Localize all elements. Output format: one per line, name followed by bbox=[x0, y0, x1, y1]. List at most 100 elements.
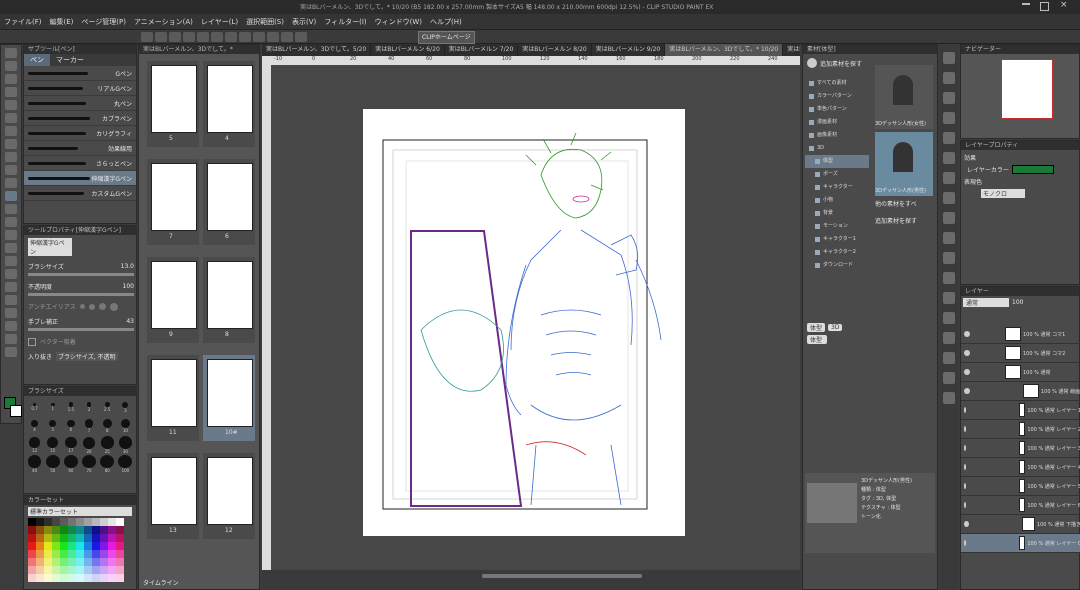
color-swatch[interactable] bbox=[108, 574, 116, 582]
color-swatch[interactable] bbox=[28, 566, 36, 574]
canvas-tab[interactable]: 実はBLバーメルン 6/20 bbox=[371, 44, 445, 56]
eye-icon[interactable] bbox=[964, 331, 970, 337]
brush-item[interactable]: 丸ペン bbox=[24, 96, 136, 111]
expression-select[interactable]: モノクロ bbox=[981, 189, 1025, 198]
canvas-tab[interactable]: 実はBLバーメルン 7/20 bbox=[445, 44, 519, 56]
brush-size-value[interactable]: 13.0 bbox=[121, 263, 134, 270]
color-swatch[interactable] bbox=[84, 566, 92, 574]
tool-icon[interactable] bbox=[5, 165, 17, 175]
eye-icon[interactable] bbox=[964, 521, 969, 527]
panel-toggle-icon[interactable] bbox=[943, 332, 955, 344]
material-tree-item[interactable]: 3D bbox=[805, 142, 869, 155]
material-tree-item[interactable]: 体型 bbox=[805, 155, 869, 168]
tool-icon[interactable] bbox=[5, 139, 17, 149]
layer-row[interactable]: 100 % 通常 下描き bbox=[961, 515, 1080, 534]
color-swatch[interactable] bbox=[28, 534, 36, 542]
tool-icon[interactable] bbox=[5, 282, 17, 292]
minimize-button[interactable] bbox=[1022, 3, 1030, 5]
menu-item[interactable]: ファイル(F) bbox=[0, 14, 46, 30]
brush-size-cell[interactable]: 3 bbox=[117, 398, 134, 416]
eye-icon[interactable] bbox=[964, 445, 966, 451]
vector-snap-checkbox[interactable] bbox=[28, 337, 36, 346]
tool-icon[interactable] bbox=[5, 48, 17, 58]
color-swatch[interactable] bbox=[100, 558, 108, 566]
new-file-icon[interactable] bbox=[141, 32, 153, 42]
tool-icon[interactable] bbox=[5, 152, 17, 162]
color-swatch[interactable] bbox=[84, 518, 92, 526]
blend-mode-select[interactable]: 通常 bbox=[963, 298, 1009, 307]
color-swatch[interactable] bbox=[84, 574, 92, 582]
panel-toggle-icon[interactable] bbox=[943, 192, 955, 204]
color-swatch[interactable] bbox=[68, 534, 76, 542]
color-swatch[interactable] bbox=[52, 526, 60, 534]
color-swatch[interactable] bbox=[76, 574, 84, 582]
brush-size-cell[interactable]: 4 bbox=[26, 417, 43, 435]
color-swatch[interactable] bbox=[36, 566, 44, 574]
eye-icon[interactable] bbox=[964, 350, 970, 356]
brush-size-cell[interactable]: 2 bbox=[80, 398, 97, 416]
tool-icon[interactable] bbox=[5, 126, 17, 136]
brush-size-cell[interactable]: 30 bbox=[117, 436, 134, 454]
color-swatch[interactable] bbox=[116, 566, 124, 574]
material-tree-item[interactable]: ポーズ bbox=[805, 168, 869, 181]
clear-icon[interactable] bbox=[211, 32, 223, 42]
canvas-tab[interactable]: 実はBLバーメルン、3Dでして。* 10/20 bbox=[665, 44, 784, 56]
timeline-tab[interactable]: タイムライン bbox=[143, 578, 179, 587]
navigator-preview[interactable] bbox=[1001, 59, 1053, 119]
material-tree-item[interactable]: モーション bbox=[805, 220, 869, 233]
color-swatch[interactable] bbox=[36, 558, 44, 566]
color-swatch[interactable] bbox=[108, 550, 116, 558]
deselect-icon[interactable] bbox=[239, 32, 251, 42]
material-tree-item[interactable]: 背景 bbox=[805, 207, 869, 220]
brush-size-cell[interactable]: 25 bbox=[99, 436, 116, 454]
tab-marker[interactable]: マーカー bbox=[50, 54, 90, 66]
layer-row[interactable]: 100 % 通常 bbox=[961, 363, 1080, 382]
snap-special-icon[interactable] bbox=[295, 32, 307, 42]
color-swatch[interactable] bbox=[60, 574, 68, 582]
color-swatch[interactable] bbox=[100, 550, 108, 558]
menu-item[interactable]: ページ管理(P) bbox=[77, 14, 130, 30]
tool-icon[interactable] bbox=[5, 347, 17, 357]
material-tree-item[interactable]: カラーパターン bbox=[805, 90, 869, 103]
brush-size-cell[interactable]: 1 bbox=[44, 398, 61, 416]
menu-item[interactable]: ウィンドウ(W) bbox=[371, 14, 426, 30]
other-materials-link[interactable]: 他の素材をすべ bbox=[875, 199, 933, 208]
panel-toggle-icon[interactable] bbox=[943, 52, 955, 64]
material-tree-item[interactable]: ダウンロード bbox=[805, 259, 869, 272]
brush-item[interactable]: カスタムGペン bbox=[24, 186, 136, 201]
color-swatch[interactable] bbox=[52, 534, 60, 542]
color-swatch[interactable] bbox=[92, 526, 100, 534]
panel-toggle-icon[interactable] bbox=[943, 372, 955, 384]
color-swatch[interactable] bbox=[28, 574, 36, 582]
color-swatch[interactable] bbox=[28, 542, 36, 550]
brush-size-cell[interactable]: 8 bbox=[99, 417, 116, 435]
color-swatch[interactable] bbox=[76, 542, 84, 550]
brush-size-cell[interactable]: 70 bbox=[80, 455, 97, 473]
color-swatch[interactable] bbox=[60, 550, 68, 558]
snap-ruler-icon[interactable] bbox=[267, 32, 279, 42]
tool-icon[interactable] bbox=[5, 217, 17, 227]
color-swatch[interactable] bbox=[28, 518, 36, 526]
panel-toggle-icon[interactable] bbox=[943, 252, 955, 264]
invert-selection-icon[interactable] bbox=[253, 32, 265, 42]
brush-item[interactable]: リアルGペン bbox=[24, 81, 136, 96]
layer-row[interactable]: 100 % 通常 コマ1 bbox=[961, 325, 1080, 344]
brush-size-cell[interactable]: 10 bbox=[117, 417, 134, 435]
eye-icon[interactable] bbox=[964, 369, 970, 375]
page-thumbnail[interactable]: 12 bbox=[203, 453, 255, 539]
open-icon[interactable] bbox=[155, 32, 167, 42]
page-thumbnail[interactable]: 4 bbox=[203, 61, 255, 147]
color-swatch[interactable] bbox=[28, 526, 36, 534]
menu-item[interactable]: アニメーション(A) bbox=[130, 14, 197, 30]
color-swatch[interactable] bbox=[116, 558, 124, 566]
layer-row[interactable]: 100 % 通常 レイヤー 2 bbox=[961, 420, 1080, 439]
panel-toggle-icon[interactable] bbox=[943, 92, 955, 104]
eye-icon[interactable] bbox=[964, 483, 966, 489]
color-swatch[interactable] bbox=[100, 534, 108, 542]
aa-none-icon[interactable] bbox=[79, 304, 85, 309]
tool-icon[interactable] bbox=[5, 178, 17, 188]
panel-toggle-icon[interactable] bbox=[943, 212, 955, 224]
undo-icon[interactable] bbox=[183, 32, 195, 42]
panel-toggle-icon[interactable] bbox=[943, 112, 955, 124]
material-tree-item[interactable]: キャラクター bbox=[805, 181, 869, 194]
